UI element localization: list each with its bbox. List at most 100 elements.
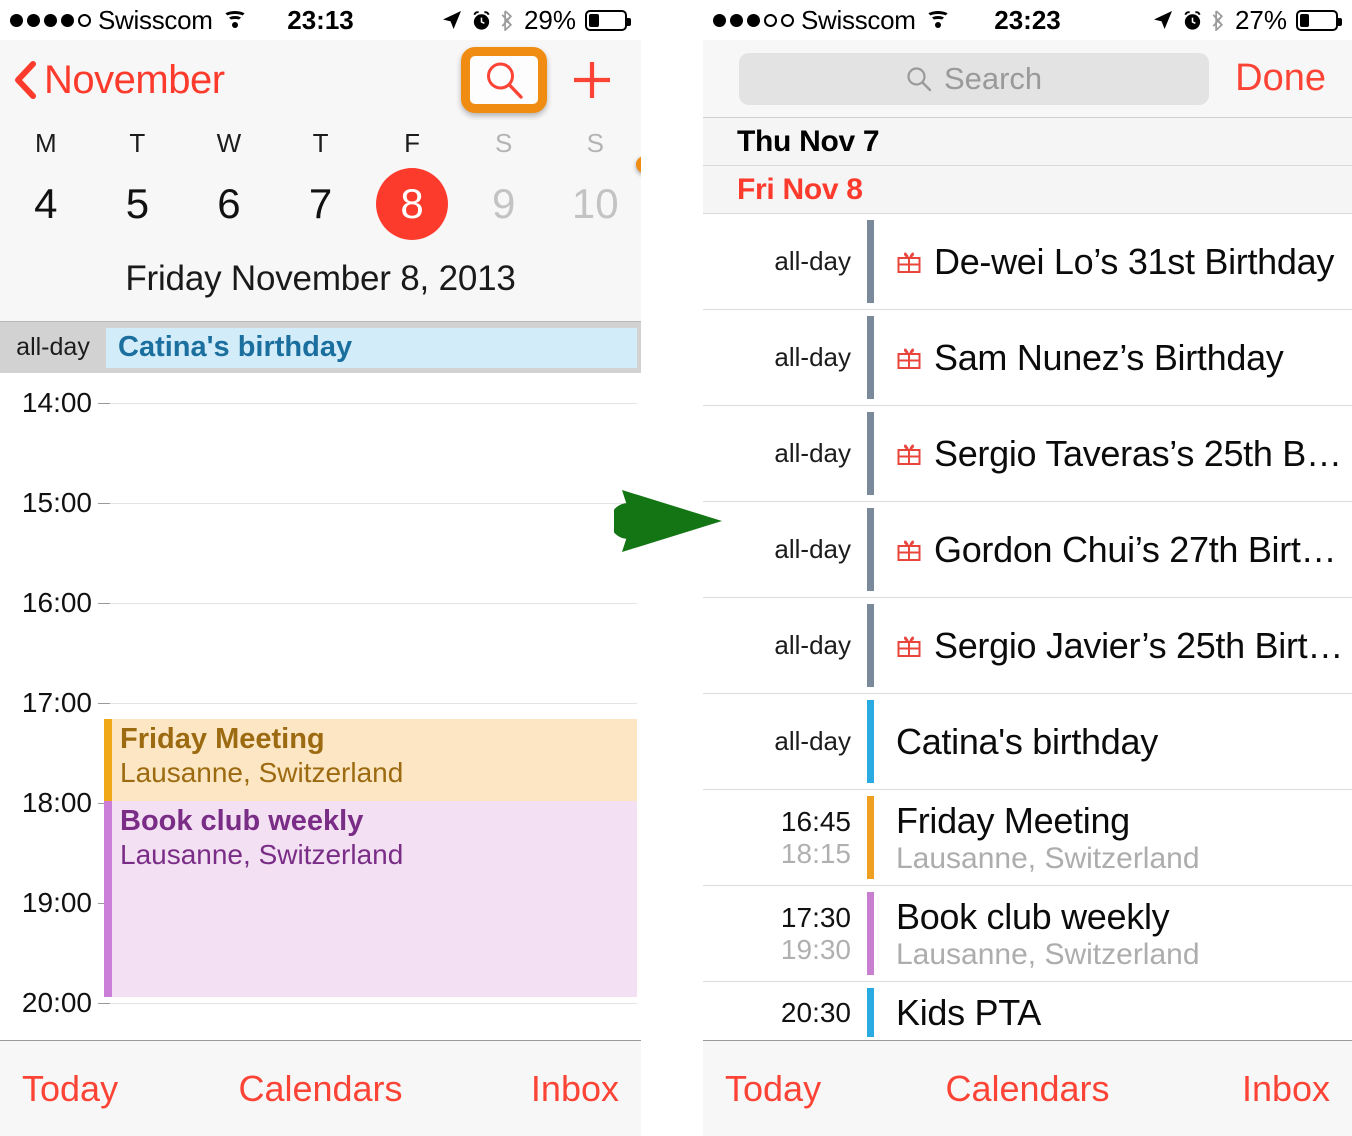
event-title: Sergio Javier’s 25th Birt… [896, 625, 1352, 667]
left-tab-bar: Today Calendars Inbox [0, 1040, 641, 1136]
week-day-cell[interactable]: 9 [458, 169, 550, 239]
selected-day-bubble[interactable]: 8 [376, 168, 449, 240]
nav-actions [461, 47, 641, 113]
row-body: Sam Nunez’s Birthday [874, 310, 1352, 405]
calendar-color-bar [867, 316, 874, 399]
event-list-row[interactable]: 16:45 18:15 Friday Meeting Lausanne, Switze… [703, 790, 1352, 886]
search-header: Search Done [703, 40, 1352, 118]
event-list-row[interactable]: 17:30 19:30 Book club weekly Lausanne, Swit… [703, 886, 1352, 982]
weekday-initial: T [312, 128, 329, 158]
event-location: Lausanne, Switzerland [120, 839, 404, 871]
week-day-cell[interactable]: 10 [549, 169, 641, 239]
row-times: all-day [703, 406, 867, 501]
weekday-initial: W [216, 128, 242, 158]
row-times: all-day [703, 310, 867, 405]
row-times: 17:30 19:30 [703, 886, 867, 981]
week-day-cell[interactable]: 6 [183, 169, 275, 239]
selected-long-date: Friday November 8, 2013 [125, 259, 516, 298]
all-day-events-row: all-day Catina's birthday [0, 321, 641, 373]
event-list-row[interactable]: all-day Catina's birthday [703, 694, 1352, 790]
all-day-label: all-day [774, 438, 851, 468]
all-day-event-chip[interactable]: Catina's birthday [106, 327, 637, 368]
tab-today[interactable]: Today [0, 1068, 221, 1110]
hour-gridline [104, 503, 637, 504]
week-day-cell[interactable]: 4 [0, 169, 92, 239]
all-day-label: all-day [774, 246, 851, 276]
calendar-color-bar [867, 892, 874, 975]
all-day-label: all-day [774, 726, 851, 756]
gift-icon [897, 347, 921, 369]
event-title-text: Book club weekly [896, 895, 1170, 937]
end-time: 18:15 [780, 837, 851, 869]
event-list-row[interactable]: all-day Sergio Taveras’s 25th B… [703, 406, 1352, 502]
event-text: Friday Meeting Lausanne, Switzerland [104, 719, 637, 790]
event-title: Sergio Taveras’s 25th B… [896, 433, 1352, 475]
search-input[interactable]: Search [739, 52, 1210, 105]
row-body: Catina's birthday [874, 694, 1352, 789]
event-title: Kids PTA [896, 992, 1352, 1034]
event-list-row[interactable]: all-day Gordon Chui’s 27th Birt… [703, 502, 1352, 598]
weekday-initial: T [129, 128, 146, 158]
calendar-color-bar [867, 988, 874, 1037]
row-times: all-day [703, 694, 867, 789]
left-status-bar: Swisscom 23:13 29% [0, 0, 641, 40]
search-results-list[interactable]: Thu Nov 7 Fri Nov 8 all-day De-wei Lo’s 31s… [703, 118, 1352, 1044]
event-location: Lausanne, Switzerland [896, 841, 1200, 875]
event-list-row[interactable]: 20:30 Kids PTA [703, 982, 1352, 1044]
all-day-label: all-day [774, 630, 851, 660]
done-button[interactable]: Done [1209, 57, 1342, 100]
row-times: 16:45 18:15 [703, 790, 867, 885]
alarm-clock-icon [473, 10, 490, 30]
hour-label: 16:00 [21, 587, 92, 618]
event-list-row[interactable]: all-day Sergio Javier’s 25th Birt… [703, 598, 1352, 694]
gift-icon [897, 539, 921, 561]
event-title: Sam Nunez’s Birthday [896, 337, 1352, 379]
hour-gridline [104, 703, 637, 704]
week-day-cell[interactable]: 8 [366, 168, 458, 240]
hour-label: 18:00 [21, 787, 92, 818]
week-day-cell[interactable]: 5 [92, 169, 184, 239]
battery-icon [585, 9, 631, 31]
day-section-header: Fri Nov 8 [703, 166, 1352, 214]
plus-icon[interactable] [569, 57, 615, 103]
tab-calendars[interactable]: Calendars [927, 1068, 1129, 1110]
day-timeline[interactable]: 14:00 15:00 16:00 17:00 18:00 19:00 20:00 Frida… [0, 373, 641, 1063]
tab-inbox[interactable]: Inbox [1128, 1068, 1352, 1110]
calendar-color-bar [867, 604, 874, 687]
right-phone-screen: Swisscom 23:23 27% Search Done Thu Nov 7… [703, 0, 1352, 1136]
calendar-color-bar [867, 796, 874, 879]
all-day-label: all-day [774, 342, 851, 372]
row-times: 20:30 [703, 982, 867, 1043]
hour-gridline [104, 603, 637, 604]
event-title-text: Sergio Javier’s 25th Birt… [934, 624, 1344, 666]
event-color-bar [104, 801, 112, 997]
hour-label: 15:00 [21, 487, 92, 518]
hour-label: 20:00 [21, 987, 92, 1018]
event-list-row[interactable]: all-day De-wei Lo’s 31st Birthday [703, 214, 1352, 310]
hour-label: 19:00 [21, 887, 92, 918]
chevron-left-icon [15, 61, 36, 99]
timeline-event-block[interactable]: Book club weekly Lausanne, Switzerland [104, 801, 637, 997]
row-body: Sergio Taveras’s 25th B… [874, 406, 1352, 501]
hour-gridline [104, 1003, 637, 1004]
row-times: all-day [703, 598, 867, 693]
event-title: Friday Meeting [896, 800, 1352, 842]
tab-today[interactable]: Today [703, 1068, 927, 1110]
back-to-month-button[interactable]: November [0, 58, 225, 103]
week-day-cell[interactable]: 7 [275, 169, 367, 239]
hour-tick [98, 603, 110, 604]
event-title-text: De-wei Lo’s 31st Birthday [934, 240, 1335, 282]
row-body: Kids PTA [874, 982, 1352, 1043]
tab-calendars[interactable]: Calendars [221, 1068, 420, 1110]
row-body: Sergio Javier’s 25th Birt… [874, 598, 1352, 693]
row-body: Book club weekly Lausanne, Switzerland [874, 886, 1352, 981]
event-list-row[interactable]: all-day Sam Nunez’s Birthday [703, 310, 1352, 406]
green-arrow-right-icon [614, 490, 722, 552]
tab-inbox[interactable]: Inbox [420, 1068, 641, 1110]
gift-icon [897, 635, 921, 657]
search-button-highlighted[interactable] [461, 47, 547, 113]
search-placeholder: Search [943, 60, 1043, 96]
event-text: Book club weekly Lausanne, Switzerland [104, 801, 637, 872]
row-times: all-day [703, 502, 867, 597]
search-icon [907, 66, 932, 91]
